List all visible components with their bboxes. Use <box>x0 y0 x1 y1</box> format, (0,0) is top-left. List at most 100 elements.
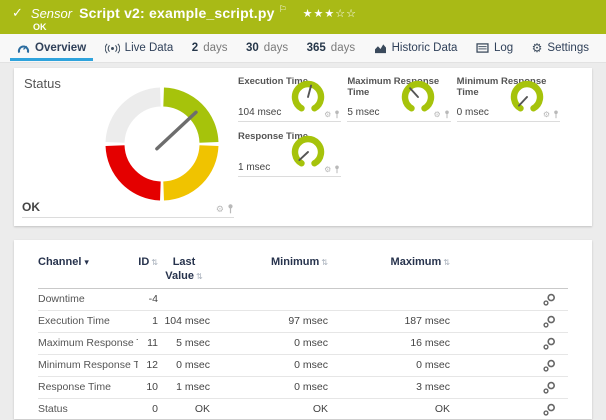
channel-name[interactable]: Response Time <box>38 376 138 398</box>
status-gauge-title: Status <box>24 76 61 91</box>
channel-name[interactable]: Execution Time <box>38 310 138 332</box>
channel-name[interactable]: Downtime <box>38 288 138 310</box>
mini-needle <box>300 152 309 160</box>
table-header-row: Channel▾ ID⇅ Last Value⇅ Minimum⇅ Maximu… <box>38 248 568 288</box>
mini-gauge-grid: Execution Time 104 msec ⚙ Maximum Respon… <box>238 76 560 177</box>
status-gauge <box>102 84 222 204</box>
channel-last-value: 5 msec <box>158 332 210 354</box>
channel-settings-icon[interactable] <box>543 337 556 349</box>
mini-gauge-response-time: Response Time 1 msec ⚙ <box>238 131 341 177</box>
column-header-channel[interactable]: Channel▾ <box>38 248 138 288</box>
execution-time-gauge <box>290 79 326 112</box>
gauge-settings-gear-icon[interactable]: ⚙ <box>324 166 331 174</box>
channel-minimum: OK <box>210 398 328 420</box>
tab-365-days[interactable]: 365 days <box>298 34 364 62</box>
sensor-title: Script v2: example_script.py <box>79 5 274 21</box>
tab-30-days[interactable]: 30 days <box>237 34 297 62</box>
sort-icon: ⇅ <box>151 258 158 267</box>
channel-settings-icon[interactable] <box>543 315 556 327</box>
sort-icon: ⇅ <box>196 272 203 281</box>
historic-chart-icon <box>374 43 387 54</box>
tab-log-label: Log <box>494 42 513 54</box>
channel-settings-icon[interactable] <box>543 403 556 415</box>
pin-icon[interactable] <box>227 204 234 214</box>
tab-365-days-number: 365 <box>307 42 326 54</box>
mini-gauge-maximum-response-time: Maximum Response Time 5 msec ⚙ <box>347 76 450 122</box>
tab-2-days-number: 2 <box>192 42 198 54</box>
channel-id: 1 <box>138 310 158 332</box>
channel-last-value: 0 msec <box>158 354 210 376</box>
channel-minimum: 0 msec <box>210 332 328 354</box>
tab-2-days[interactable]: 2 days <box>183 34 237 62</box>
channel-id: 12 <box>138 354 158 376</box>
column-header-last-value[interactable]: Last Value⇅ <box>158 248 210 288</box>
channel-maximum: 16 msec <box>328 332 450 354</box>
channel-maximum: OK <box>328 398 450 420</box>
channel-settings-icon[interactable] <box>543 359 556 371</box>
gauge-icon <box>17 43 30 54</box>
channel-maximum <box>328 288 450 310</box>
channel-name[interactable]: Minimum Response Time <box>38 354 138 376</box>
table-row-maximum-response-time[interactable]: Maximum Response Ti... 11 5 msec 0 msec … <box>38 332 568 354</box>
tab-settings[interactable]: ⚙ Settings <box>523 34 598 62</box>
priority-stars[interactable]: ★★★☆☆ <box>303 7 357 20</box>
minimum-response-time-gauge <box>509 79 545 112</box>
channel-minimum: 0 msec <box>210 376 328 398</box>
channel-last-value: 104 msec <box>158 310 210 332</box>
tab-30-days-label: days <box>264 42 288 54</box>
tab-live-data[interactable]: Live Data <box>96 34 183 62</box>
sensor-kind-label: Sensor <box>31 6 72 21</box>
response-time-gauge <box>290 134 326 167</box>
table-row-status[interactable]: Status 0 OK OK OK <box>38 398 568 420</box>
pin-icon[interactable] <box>334 165 340 174</box>
column-header-maximum[interactable]: Maximum⇅ <box>328 248 450 288</box>
status-check-icon: ✓ <box>12 5 23 21</box>
sort-down-icon: ▾ <box>84 257 89 267</box>
pin-icon[interactable] <box>553 110 559 119</box>
channel-minimum: 0 msec <box>210 354 328 376</box>
tab-historic-data[interactable]: Historic Data <box>365 34 467 62</box>
table-row-response-time[interactable]: Response Time 10 1 msec 0 msec 3 msec <box>38 376 568 398</box>
channel-maximum: 3 msec <box>328 376 450 398</box>
tab-overview[interactable]: Overview <box>8 34 95 62</box>
column-header-minimum[interactable]: Minimum⇅ <box>210 248 328 288</box>
table-row-downtime[interactable]: Downtime -4 <box>38 288 568 310</box>
pin-icon[interactable] <box>334 110 340 119</box>
channel-name[interactable]: Maximum Response Ti... <box>38 332 138 354</box>
settings-gear-icon: ⚙ <box>532 42 543 54</box>
channel-last-value: OK <box>158 398 210 420</box>
tab-settings-label: Settings <box>547 42 589 54</box>
channel-maximum: 187 msec <box>328 310 450 332</box>
gauge-settings-gear-icon[interactable]: ⚙ <box>324 111 331 119</box>
sort-icon: ⇅ <box>321 258 328 267</box>
column-header-id[interactable]: ID⇅ <box>138 248 158 288</box>
tab-live-data-label: Live Data <box>125 42 174 54</box>
channel-name[interactable]: Status <box>38 398 138 420</box>
tab-historic-data-label: Historic Data <box>392 42 458 54</box>
tab-365-days-label: days <box>331 42 355 54</box>
gauge-settings-gear-icon[interactable]: ⚙ <box>433 111 440 119</box>
tab-log[interactable]: Log <box>467 34 522 62</box>
channel-settings-icon[interactable] <box>543 381 556 393</box>
mini-needle <box>519 97 527 106</box>
channel-settings-icon[interactable] <box>543 293 556 305</box>
status-ok-text: OK <box>22 200 40 214</box>
status-overview-panel: Status OK ⚙ Execution Time 104 msec ⚙ <box>14 68 592 226</box>
mini-gauge-minimum-response-time: Minimum Response Time 0 msec ⚙ <box>457 76 560 122</box>
channel-maximum: 0 msec <box>328 354 450 376</box>
gauge-settings-gear-icon[interactable]: ⚙ <box>543 111 550 119</box>
channel-minimum <box>210 288 328 310</box>
column-header-actions <box>450 248 568 288</box>
mini-needle <box>308 86 311 97</box>
live-signal-icon <box>105 43 120 54</box>
pin-icon[interactable] <box>444 110 450 119</box>
channel-minimum: 97 msec <box>210 310 328 332</box>
channel-last-value: 1 msec <box>158 376 210 398</box>
channel-last-value <box>158 288 210 310</box>
table-row-execution-time[interactable]: Execution Time 1 104 msec 97 msec 187 ms… <box>38 310 568 332</box>
flag-icon[interactable]: ⚐ <box>279 4 287 15</box>
table-row-minimum-response-time[interactable]: Minimum Response Time 12 0 msec 0 msec 0… <box>38 354 568 376</box>
gauge-settings-gear-icon[interactable]: ⚙ <box>216 205 224 214</box>
sort-icon: ⇅ <box>443 258 450 267</box>
channel-id: 11 <box>138 332 158 354</box>
